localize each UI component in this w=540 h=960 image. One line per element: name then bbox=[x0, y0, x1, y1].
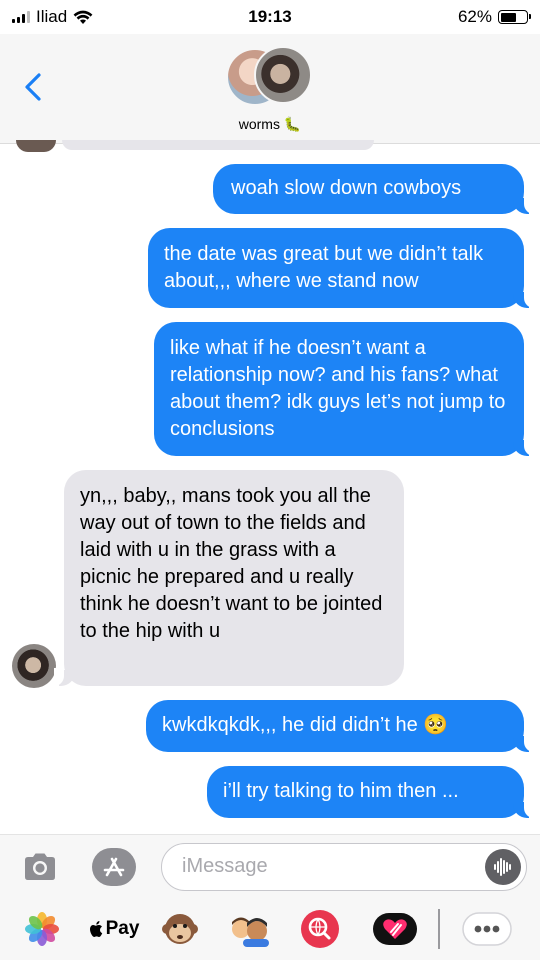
status-right: 62% bbox=[348, 7, 531, 27]
battery-icon bbox=[498, 10, 531, 24]
carrier-name: Iliad bbox=[36, 7, 68, 26]
status-bar: Iliad 19:13 62% bbox=[0, 0, 540, 34]
animoji-monkey-icon[interactable] bbox=[158, 907, 202, 951]
message-bubble-sent[interactable]: i’ll try talking to him then ... bbox=[207, 766, 534, 818]
battery-percent: 62% bbox=[457, 7, 492, 26]
previous-message-partial bbox=[62, 140, 374, 150]
message-bubble-sent[interactable]: woah slow down cowboys bbox=[213, 164, 534, 214]
search-globe-glyph bbox=[301, 910, 339, 948]
audio-waveform-icon[interactable] bbox=[485, 849, 521, 885]
memoji-glyph bbox=[232, 917, 269, 947]
battery-fill bbox=[500, 12, 516, 22]
message-bubble-received[interactable]: yn,,, baby,, mans took you all the way o… bbox=[54, 470, 404, 686]
apple-pay-label: Pay bbox=[105, 918, 140, 939]
message-text: kwkdkqkdk,,, he did didn’t he 🥺 bbox=[162, 714, 449, 736]
chevron-left-icon[interactable] bbox=[22, 72, 48, 102]
imessage-app-drawer: Pay bbox=[0, 907, 540, 951]
signal-icon bbox=[12, 11, 30, 23]
message-bubble-sent[interactable]: the date was great but we didn’t talk ab… bbox=[148, 228, 534, 308]
message-text: the date was great but we didn’t talk ab… bbox=[164, 243, 484, 292]
memoji-icon[interactable] bbox=[228, 907, 272, 951]
message-input-field[interactable] bbox=[161, 843, 527, 891]
camera-icon[interactable] bbox=[22, 849, 58, 885]
photos-icon[interactable] bbox=[20, 907, 64, 951]
digital-touch-heart-icon[interactable] bbox=[370, 907, 420, 951]
ellipsis-glyph bbox=[462, 912, 512, 946]
waveform-glyph bbox=[494, 858, 511, 876]
group-avatar[interactable] bbox=[226, 46, 316, 108]
conversation-header: worms 🐛 bbox=[0, 34, 540, 144]
message-text: yn,,, baby,, mans took you all the way o… bbox=[80, 485, 383, 642]
app-store-glyph bbox=[103, 857, 125, 877]
status-left: Iliad bbox=[12, 7, 192, 27]
more-icon[interactable] bbox=[460, 907, 514, 951]
message-text: woah slow down cowboys bbox=[231, 177, 462, 199]
app-store-icon[interactable] bbox=[92, 848, 136, 886]
previous-avatar-partial bbox=[16, 140, 56, 152]
drawer-divider bbox=[438, 909, 440, 949]
caterpillar-emoji: 🐛 bbox=[283, 116, 302, 132]
apple-pay-icon[interactable]: Pay bbox=[86, 907, 142, 951]
message-text: like what if he doesn’t want a relations… bbox=[170, 337, 506, 440]
monkey-face-glyph bbox=[162, 914, 198, 944]
message-bubble-sent[interactable]: like what if he doesn’t want a relations… bbox=[154, 322, 534, 456]
photos-glyph bbox=[25, 912, 59, 946]
avatar bbox=[254, 46, 312, 104]
compose-bar: Pay bbox=[0, 834, 540, 960]
wifi-icon bbox=[73, 10, 93, 24]
clock: 19:13 bbox=[248, 7, 292, 26]
message-bubble-sent[interactable]: kwkdkqkdk,,, he did didn’t he 🥺 bbox=[146, 700, 534, 752]
message-input[interactable] bbox=[162, 844, 452, 888]
avatar[interactable] bbox=[12, 644, 56, 688]
contact-name[interactable]: worms 🐛 bbox=[0, 116, 540, 133]
contact-name-text: worms bbox=[238, 116, 280, 132]
heart-glyph bbox=[373, 913, 417, 945]
web-search-icon[interactable] bbox=[298, 907, 342, 951]
message-text: i’ll try talking to him then ... bbox=[223, 780, 459, 802]
apple-logo-icon bbox=[89, 920, 102, 937]
